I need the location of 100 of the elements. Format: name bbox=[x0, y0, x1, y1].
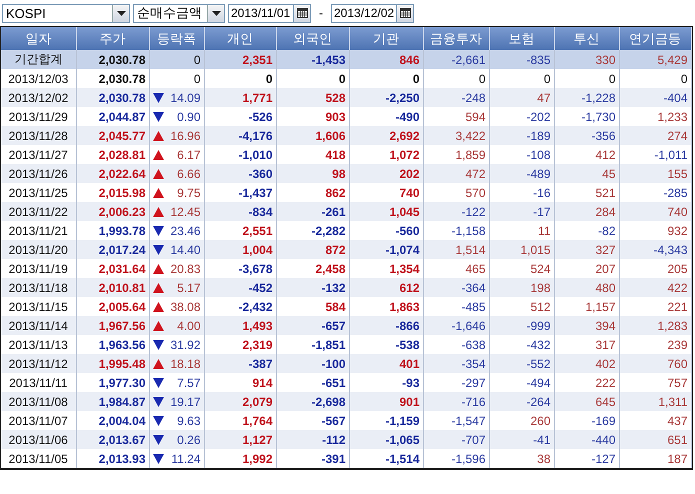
table-cell: 2013/11/12 bbox=[1, 354, 76, 373]
change-value: 16.96 bbox=[170, 128, 200, 142]
table-cell: 2013/11/18 bbox=[1, 278, 76, 297]
column-header[interactable]: 개인 bbox=[204, 27, 276, 50]
column-header[interactable]: 등락폭 bbox=[149, 27, 204, 50]
table-cell: 1,771 bbox=[204, 88, 276, 107]
table-cell: -1,074 bbox=[349, 240, 423, 259]
table-cell: 3,422 bbox=[423, 126, 489, 145]
column-header[interactable]: 기관 bbox=[349, 27, 423, 50]
table-cell: 1,984.87 bbox=[76, 392, 149, 411]
table-cell: 38 bbox=[489, 449, 554, 468]
table-cell: 2,013.93 bbox=[76, 449, 149, 468]
table-cell: -2,698 bbox=[276, 392, 349, 411]
calendar-button[interactable] bbox=[397, 4, 414, 22]
table-cell: 846 bbox=[349, 50, 423, 69]
column-header[interactable]: 투신 bbox=[554, 27, 619, 50]
table-cell: -440 bbox=[554, 430, 619, 449]
column-header[interactable]: 주가 bbox=[76, 27, 149, 50]
table-cell: -4,343 bbox=[619, 240, 691, 259]
table-cell: -356 bbox=[554, 126, 619, 145]
change-value: 19.17 bbox=[170, 394, 200, 408]
table-cell: -264 bbox=[489, 392, 554, 411]
table-cell: -1,065 bbox=[349, 430, 423, 449]
table-cell: -261 bbox=[276, 202, 349, 221]
table-cell: -391 bbox=[276, 449, 349, 468]
column-header[interactable]: 금융투자 bbox=[423, 27, 489, 50]
table-cell: 612 bbox=[349, 278, 423, 297]
column-header[interactable]: 일자 bbox=[1, 27, 76, 50]
table-cell: 2013/12/02 bbox=[1, 88, 76, 107]
column-header[interactable]: 보험 bbox=[489, 27, 554, 50]
table-cell: 480 bbox=[554, 278, 619, 297]
table-cell: -4,176 bbox=[204, 126, 276, 145]
change-value: 6.66 bbox=[177, 166, 200, 180]
table-cell: 2013/11/22 bbox=[1, 202, 76, 221]
table-cell: 2013/11/28 bbox=[1, 126, 76, 145]
table-cell: 422 bbox=[619, 278, 691, 297]
table-cell: 202 bbox=[349, 164, 423, 183]
table-cell: 401 bbox=[349, 354, 423, 373]
table-cell: 98 bbox=[276, 164, 349, 183]
date-field[interactable]: 2013/12/02 bbox=[331, 4, 397, 22]
table-cell: -452 bbox=[204, 278, 276, 297]
change-value: 6.17 bbox=[177, 148, 200, 162]
table-cell: -999 bbox=[489, 316, 554, 335]
table-cell: -17 bbox=[489, 202, 554, 221]
measure-dropdown[interactable]: 순매수금액 bbox=[133, 4, 225, 22]
market-dropdown[interactable]: KOSPI bbox=[2, 4, 130, 22]
table-cell: -100 bbox=[276, 354, 349, 373]
table-cell: 2,006.23 bbox=[76, 202, 149, 221]
table-cell: -489 bbox=[489, 164, 554, 183]
change-value: 4.00 bbox=[177, 318, 200, 332]
table-cell: 47 bbox=[489, 88, 554, 107]
table-cell: 901 bbox=[349, 392, 423, 411]
table-cell: 760 bbox=[619, 354, 691, 373]
change-value: 20.83 bbox=[170, 262, 200, 276]
table-cell: 1,995.48 bbox=[76, 354, 149, 373]
change-value: 0 bbox=[194, 52, 200, 66]
table-cell: 기간합계 bbox=[1, 50, 76, 69]
table-cell: 2,022.64 bbox=[76, 164, 149, 183]
caret-icon bbox=[116, 10, 126, 16]
date-separator: - bbox=[319, 6, 323, 20]
date-field[interactable]: 2013/11/01 bbox=[228, 4, 294, 22]
change-value: 23.46 bbox=[170, 224, 200, 238]
calendar-icon bbox=[296, 8, 308, 18]
table-cell: -122 bbox=[423, 202, 489, 221]
column-header[interactable]: 연기금등 bbox=[619, 27, 691, 50]
table-cell: -41 bbox=[489, 430, 554, 449]
change-value: 14.40 bbox=[170, 242, 200, 256]
table-cell: 2,692 bbox=[349, 126, 423, 145]
table-cell: -404 bbox=[619, 88, 691, 107]
table-cell: 327 bbox=[554, 240, 619, 259]
table-cell: 2013/11/26 bbox=[1, 164, 76, 183]
table-cell: 1,606 bbox=[276, 126, 349, 145]
table-cell: 1,311 bbox=[619, 392, 691, 411]
table-cell: 651 bbox=[619, 430, 691, 449]
table-cell: 2013/11/14 bbox=[1, 316, 76, 335]
table-cell: 1,967.56 bbox=[76, 316, 149, 335]
table-cell: -189 bbox=[489, 126, 554, 145]
column-header[interactable]: 외국인 bbox=[276, 27, 349, 50]
change-value: 14.09 bbox=[170, 90, 200, 104]
table-cell: 1,004 bbox=[204, 240, 276, 259]
change-value: 38.08 bbox=[170, 300, 200, 314]
table-cell: -387 bbox=[204, 354, 276, 373]
table-cell: 155 bbox=[619, 164, 691, 183]
table-cell: 2,351 bbox=[204, 50, 276, 69]
table-cell: 1,493 bbox=[204, 316, 276, 335]
change-value: 5.17 bbox=[177, 280, 200, 294]
calendar-icon bbox=[400, 8, 410, 18]
table-cell: 198 bbox=[489, 278, 554, 297]
table-cell: 1,015 bbox=[489, 240, 554, 259]
calendar-button[interactable] bbox=[294, 4, 311, 22]
table-cell: -364 bbox=[423, 278, 489, 297]
table-cell: 1,127 bbox=[204, 430, 276, 449]
table-cell: 2,030.78 bbox=[76, 88, 149, 107]
table-cell: 2,079 bbox=[204, 392, 276, 411]
change-value: 31.92 bbox=[170, 338, 200, 352]
table-cell: 472 bbox=[423, 164, 489, 183]
table-cell: -2,250 bbox=[349, 88, 423, 107]
caret-icon bbox=[212, 10, 220, 16]
table-cell: -707 bbox=[423, 430, 489, 449]
table-cell: 2013/11/05 bbox=[1, 449, 76, 468]
